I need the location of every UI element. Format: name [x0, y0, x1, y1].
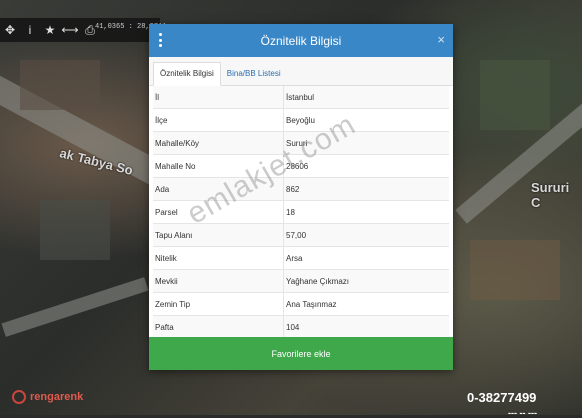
map-building	[480, 60, 550, 130]
attribute-key: Mahalle/Köy	[153, 131, 284, 155]
attribute-value: İstanbul	[283, 86, 449, 109]
attribute-key: Ada	[153, 177, 284, 201]
close-icon[interactable]: ×	[437, 32, 445, 47]
table-row: Mevkii Yağhane Çıkmazı	[153, 269, 449, 293]
table-row: Parsel 18	[153, 200, 449, 224]
attribute-value: Yağhane Çıkmazı	[283, 269, 449, 293]
table-row: İlçe Beyoğlu	[153, 108, 449, 132]
attribute-key: Nitelik	[153, 246, 284, 270]
table-row: Pafta 104	[153, 315, 449, 338]
measure-icon[interactable]: ⟷	[60, 18, 80, 42]
dialog-header: Öznitelik Bilgisi ×	[149, 24, 453, 57]
attribute-key: Zemin Tip	[153, 292, 284, 316]
table-row: Mahalle/Köy Sururi	[153, 131, 449, 155]
table-row: Ada 862	[153, 177, 449, 201]
attribute-key: İl	[153, 86, 284, 109]
tab-attributes[interactable]: Öznitelik Bilgisi	[153, 62, 221, 86]
attribute-value: Sururi	[283, 131, 449, 155]
menu-icon[interactable]	[159, 33, 163, 47]
table-row: İl İstanbul	[153, 86, 449, 109]
attribute-key: İlçe	[153, 108, 284, 132]
dialog-tabs: Öznitelik Bilgisi Bina/BB Listesi	[149, 57, 453, 86]
attribute-table[interactable]: İl İstanbul İlçe Beyoğlu Mahalle/Köy Sururi Ma…	[149, 86, 453, 338]
attribute-value: Ana Taşınmaz	[283, 292, 449, 316]
map-building	[470, 240, 560, 300]
district-label: Sururi C	[531, 180, 570, 210]
attribute-key: Parsel	[153, 200, 284, 224]
attribute-value: 57,00	[283, 223, 449, 247]
attribute-dialog: Öznitelik Bilgisi × Öznitelik Bilgisi Bi…	[149, 24, 453, 370]
brand-name: rengarenk	[30, 391, 84, 403]
attribute-value: Beyoğlu	[283, 108, 449, 132]
phone-number: 0-38277499	[467, 390, 537, 405]
table-row: Nitelik Arsa	[153, 246, 449, 270]
add-favorites-button[interactable]: Favorilere ekle	[149, 337, 453, 370]
tab-building-list[interactable]: Bina/BB Listesi	[221, 63, 287, 85]
brand-logo: rengarenk	[12, 390, 83, 404]
phone-number-secondary: --- -- ---	[508, 408, 537, 418]
attribute-key: Mevkii	[153, 269, 284, 293]
move-icon[interactable]: ✥	[0, 18, 20, 42]
attribute-key: Pafta	[153, 315, 284, 338]
table-row: Tapu Alanı 57,00	[153, 223, 449, 247]
attribute-value: 104	[283, 315, 449, 338]
info-icon[interactable]: i	[20, 18, 40, 42]
brand-mark-icon	[12, 390, 26, 404]
attribute-value: 18	[283, 200, 449, 224]
map-building	[40, 200, 110, 260]
table-row: Mahalle No 28606	[153, 154, 449, 178]
map-road	[1, 277, 149, 337]
attribute-value: Arsa	[283, 246, 449, 270]
attribute-value: 28606	[283, 154, 449, 178]
dialog-title: Öznitelik Bilgisi	[260, 33, 342, 48]
attribute-value: 862	[283, 177, 449, 201]
map-building	[20, 60, 100, 110]
attribute-key: Tapu Alanı	[153, 223, 284, 247]
table-row: Zemin Tip Ana Taşınmaz	[153, 292, 449, 316]
star-icon[interactable]: ★	[40, 18, 60, 42]
attribute-key: Mahalle No	[153, 154, 284, 178]
